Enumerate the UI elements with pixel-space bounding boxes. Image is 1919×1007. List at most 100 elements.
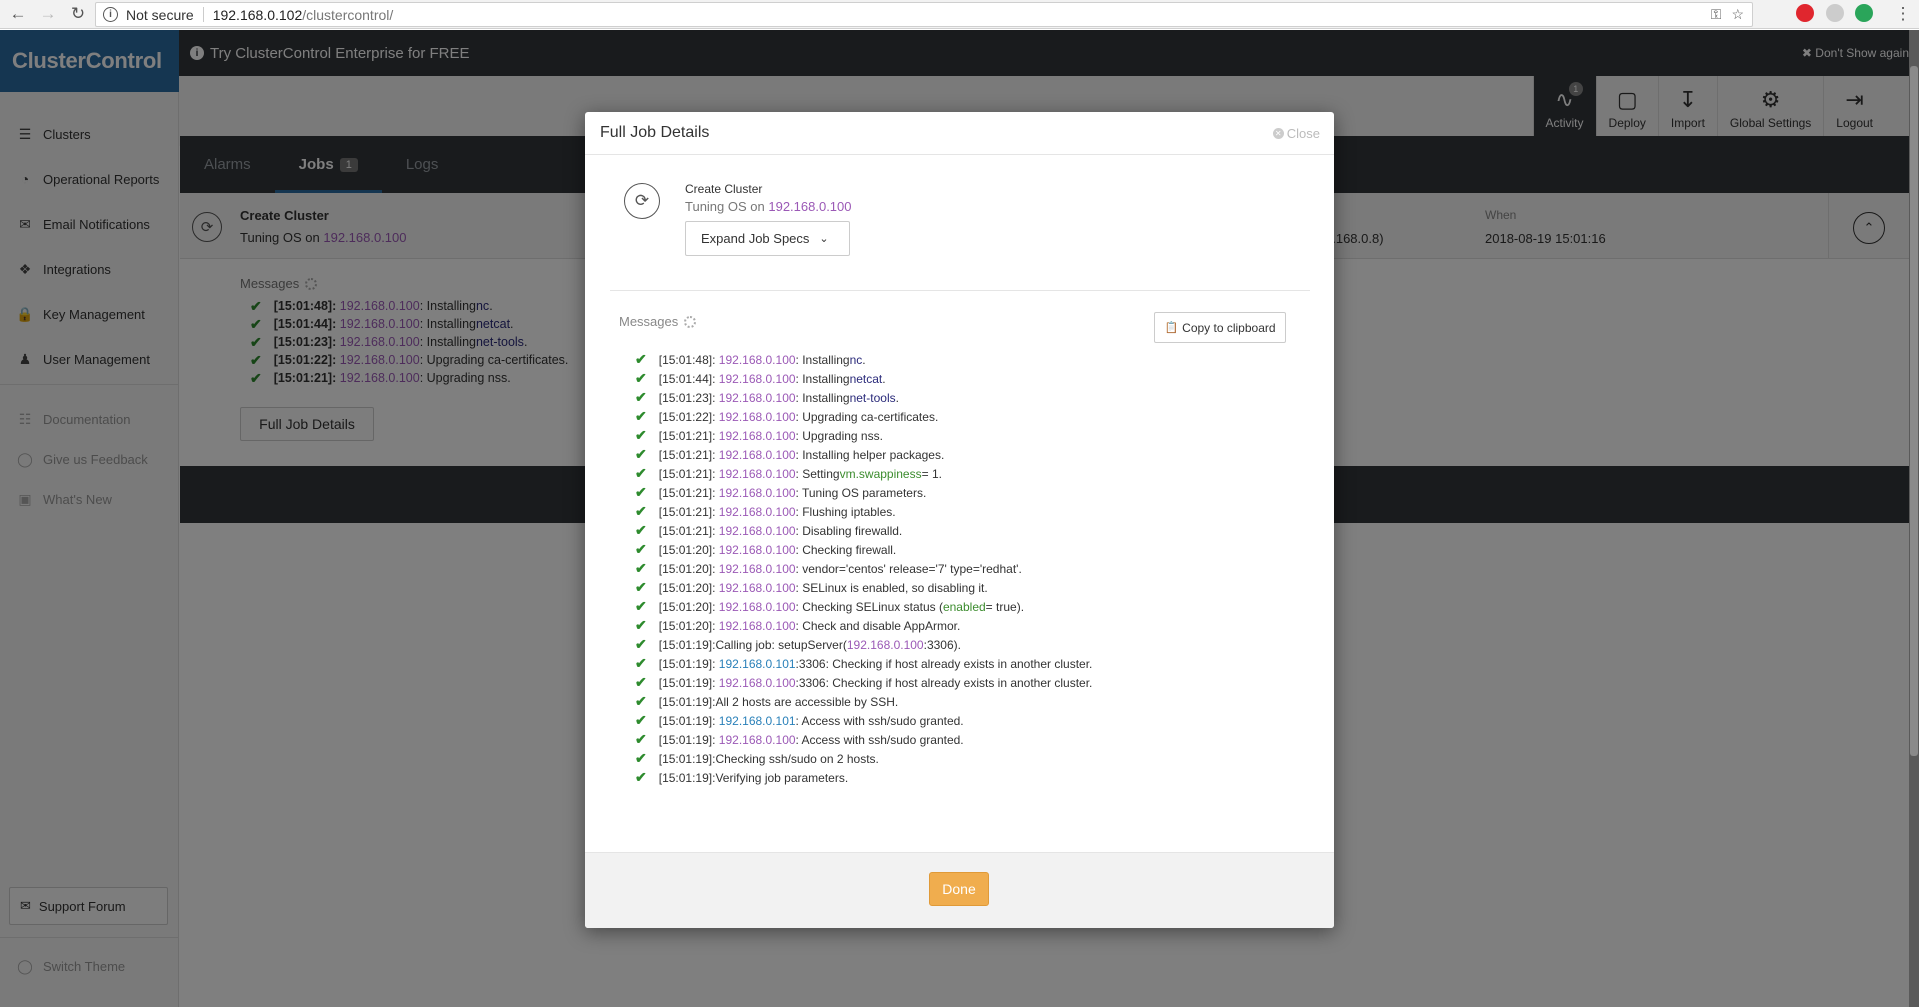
reload-icon[interactable]: ↻: [66, 2, 90, 26]
modal-footer: Done: [585, 852, 1334, 928]
list-item: ✔ [15:01:21]: 192.168.0.100: Disabling fi…: [635, 521, 1092, 540]
message-text: : Installing helper packages.: [795, 447, 945, 462]
list-item: ✔ [15:01:48]: 192.168.0.100: Installing n…: [635, 350, 1092, 369]
timestamp: [15:01:21]:: [658, 523, 716, 538]
list-item: ✔ [15:01:19]: Verifying job parameters.: [635, 768, 1092, 787]
info-icon[interactable]: i: [103, 7, 118, 22]
omnibox-separator: [202, 7, 204, 22]
list-item: ✔ [15:01:21]: 192.168.0.100: Tuning OS pa…: [635, 483, 1092, 502]
copy-label: Copy to clipboard: [1182, 320, 1276, 335]
check-icon: ✔: [635, 351, 647, 367]
check-icon: ✔: [635, 731, 647, 747]
check-icon: ✔: [635, 389, 647, 405]
check-icon: ✔: [635, 560, 647, 576]
list-item: ✔ [15:01:21]: 192.168.0.100: Upgrading ns…: [635, 426, 1092, 445]
list-item: ✔ [15:01:44]: 192.168.0.100: Installing n…: [635, 369, 1092, 388]
ip-address: 192.168.0.100: [718, 561, 796, 576]
menu-dots-icon[interactable]: ⋮: [1891, 2, 1915, 26]
message-keyword: enabled: [942, 599, 986, 614]
timestamp: [15:01:19]:: [658, 713, 716, 728]
scrollbar-thumb[interactable]: [1910, 66, 1918, 756]
close-label: Close: [1286, 126, 1320, 141]
ip-address: 192.168.0.100: [718, 428, 796, 443]
list-item: ✔ [15:01:20]: 192.168.0.100: Check and di…: [635, 616, 1092, 635]
message-text: : Upgrading ca-certificates.: [795, 409, 939, 424]
message-keyword: netcat: [849, 371, 883, 386]
modal-title: Full Job Details: [600, 124, 710, 141]
message-text: :3306: Checking if host already exists i…: [795, 675, 1093, 690]
timestamp: [15:01:19]:: [658, 675, 716, 690]
page-scrollbar[interactable]: [1909, 30, 1919, 1007]
list-item: ✔ [15:01:19]: 192.168.0.100:3306: Checkin…: [635, 673, 1092, 692]
check-icon: ✔: [635, 484, 647, 500]
timestamp: [15:01:20]:: [658, 618, 716, 633]
check-icon: ✔: [635, 693, 647, 709]
spinner-icon: [684, 316, 697, 328]
extension-icon[interactable]: [1826, 4, 1844, 22]
message-suffix: = true).: [985, 599, 1025, 614]
timestamp: [15:01:19]:: [658, 656, 716, 671]
message-text: : SELinux is enabled, so disabling it.: [795, 580, 988, 595]
check-icon: ✔: [635, 503, 647, 519]
messages-label-text: Messages: [619, 314, 679, 329]
list-item: ✔ [15:01:19]: Calling job: setupServer(19…: [635, 635, 1092, 654]
timestamp: [15:01:19]:: [658, 770, 716, 785]
message-text: : Installing: [795, 352, 850, 367]
message-text: :3306: Checking if host already exists i…: [795, 656, 1093, 671]
modal-close-button[interactable]: ✕ Close: [1272, 126, 1320, 141]
message-suffix: .: [882, 371, 886, 386]
check-icon: ✔: [635, 541, 647, 557]
message-keyword: nc: [849, 352, 863, 367]
ip-address: 192.168.0.100: [718, 390, 796, 405]
timestamp: [15:01:19]:: [658, 732, 716, 747]
ip-address: 192.168.0.100: [718, 618, 796, 633]
check-icon: ✔: [635, 598, 647, 614]
shield-extension-icon[interactable]: [1855, 4, 1873, 22]
security-label: Not secure: [126, 6, 194, 23]
key-icon[interactable]: ⚿: [1711, 6, 1722, 23]
chevron-down-icon: ⌄: [819, 233, 829, 245]
timestamp: [15:01:21]:: [658, 428, 716, 443]
timestamp: [15:01:21]:: [658, 447, 716, 462]
done-button[interactable]: Done: [929, 872, 989, 906]
timestamp: [15:01:48]:: [658, 352, 716, 367]
message-text: : Checking firewall.: [795, 542, 897, 557]
forward-arrow-icon[interactable]: →: [36, 2, 60, 26]
timestamp: [15:01:20]:: [658, 561, 716, 576]
address-bar[interactable]: i Not secure 192.168.0.102/clustercontro…: [95, 2, 1753, 27]
ip-address: 192.168.0.101: [718, 656, 796, 671]
ip-address: 192.168.0.100: [718, 732, 796, 747]
list-item: ✔ [15:01:19]: Checking ssh/sudo on 2 host…: [635, 749, 1092, 768]
message-text: : Access with ssh/sudo granted.: [795, 713, 964, 728]
ip-address: 192.168.0.100: [718, 466, 796, 481]
modal-job-title: Create Cluster: [685, 182, 763, 196]
message-text: : Flushing iptables.: [795, 504, 896, 519]
opera-extension-icon[interactable]: [1796, 4, 1814, 22]
message-suffix: .: [862, 352, 866, 367]
message-text: : Checking SELinux status (: [795, 599, 943, 614]
message-text: : Installing: [795, 390, 850, 405]
message-keyword: net-tools: [849, 390, 896, 405]
url-host: 192.168.0.102: [212, 6, 303, 23]
list-item: ✔ [15:01:20]: 192.168.0.100: Checking fir…: [635, 540, 1092, 559]
message-keyword: vm.swappiness: [839, 466, 922, 481]
job-sub-prefix: Tuning OS on: [685, 199, 769, 214]
timestamp: [15:01:23]:: [658, 390, 716, 405]
back-arrow-icon[interactable]: ←: [6, 2, 30, 26]
full-job-details-modal: Full Job Details ✕ Close ⟳ Create Cluster…: [585, 112, 1334, 928]
message-text: Checking ssh/sudo on 2 hosts.: [715, 751, 879, 766]
list-item: ✔ [15:01:19]: 192.168.0.100: Access with …: [635, 730, 1092, 749]
copy-to-clipboard-button[interactable]: 📋 Copy to clipboard: [1154, 312, 1286, 343]
check-icon: ✔: [635, 579, 647, 595]
expand-job-specs-button[interactable]: Expand Job Specs ⌄: [685, 221, 850, 256]
timestamp: [15:01:19]:: [658, 694, 716, 709]
url-path: /clustercontrol/: [302, 6, 394, 23]
refresh-icon: ⟳: [624, 183, 660, 219]
check-icon: ✔: [635, 465, 647, 481]
timestamp: [15:01:22]:: [658, 409, 716, 424]
list-item: ✔ [15:01:19]: All 2 hosts are accessible …: [635, 692, 1092, 711]
star-icon[interactable]: ☆: [1731, 6, 1744, 23]
message-text: :3306).: [923, 637, 961, 652]
ip-address: 192.168.0.100: [718, 599, 796, 614]
ip-address: 192.168.0.100: [718, 352, 796, 367]
